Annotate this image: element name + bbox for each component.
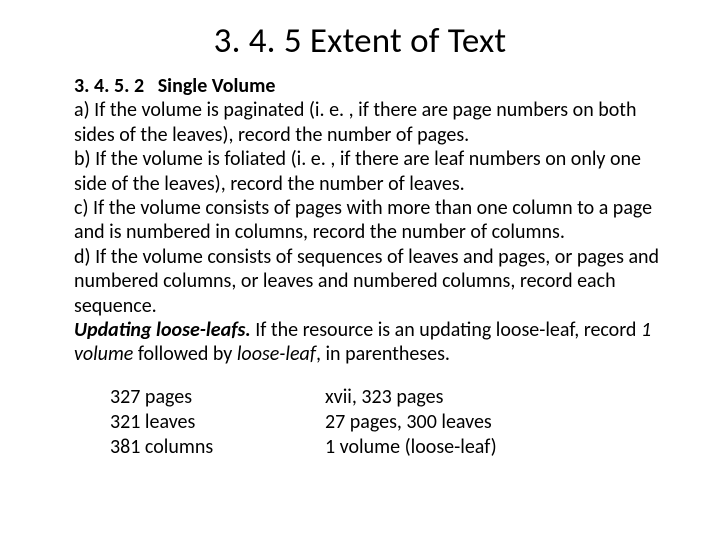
examples-block: 327 pages 321 leaves 381 columns xvii, 3… — [40, 385, 680, 460]
looseleaf-tail: , in parentheses. — [316, 342, 450, 366]
examples-column-left: 327 pages 321 leaves 381 columns — [110, 385, 325, 460]
looseleaf-lead: Updating loose-leafs. — [74, 318, 251, 342]
slide: 3. 4. 5 Extent of Text 3. 4. 5. 2 Single… — [0, 0, 720, 540]
item-c: c) If the volume consists of pages with … — [74, 196, 670, 245]
item-a: a) If the volume is paginated (i. e. , i… — [74, 98, 670, 147]
section-heading: 3. 4. 5 Extent of Text — [40, 20, 680, 62]
example-line: 327 pages — [110, 385, 325, 410]
example-line: 1 volume (loose-leaf) — [325, 435, 497, 460]
examples-column-right: xvii, 323 pages 27 pages, 300 leaves 1 v… — [325, 385, 497, 460]
example-line: 321 leaves — [110, 410, 325, 435]
looseleaf-text-1: If the resource is an updating loose-lea… — [251, 318, 641, 342]
example-line: 27 pages, 300 leaves — [325, 410, 497, 435]
body-text: 3. 4. 5. 2 Single Volume a) If the volum… — [40, 74, 680, 367]
subsection-heading: 3. 4. 5. 2 Single Volume — [74, 74, 670, 98]
looseleaf-note: Updating loose-leafs. If the resource is… — [74, 318, 670, 367]
subsection-title: Single Volume — [149, 74, 276, 98]
looseleaf-term: loose-leaf — [237, 342, 316, 366]
looseleaf-text-2: followed by — [133, 342, 237, 366]
subsection-number: 3. 4. 5. 2 — [74, 74, 144, 98]
example-line: 381 columns — [110, 435, 325, 460]
item-d: d) If the volume consists of sequences o… — [74, 245, 670, 318]
example-line: xvii, 323 pages — [325, 385, 497, 410]
item-b: b) If the volume is foliated (i. e. , if… — [74, 147, 670, 196]
